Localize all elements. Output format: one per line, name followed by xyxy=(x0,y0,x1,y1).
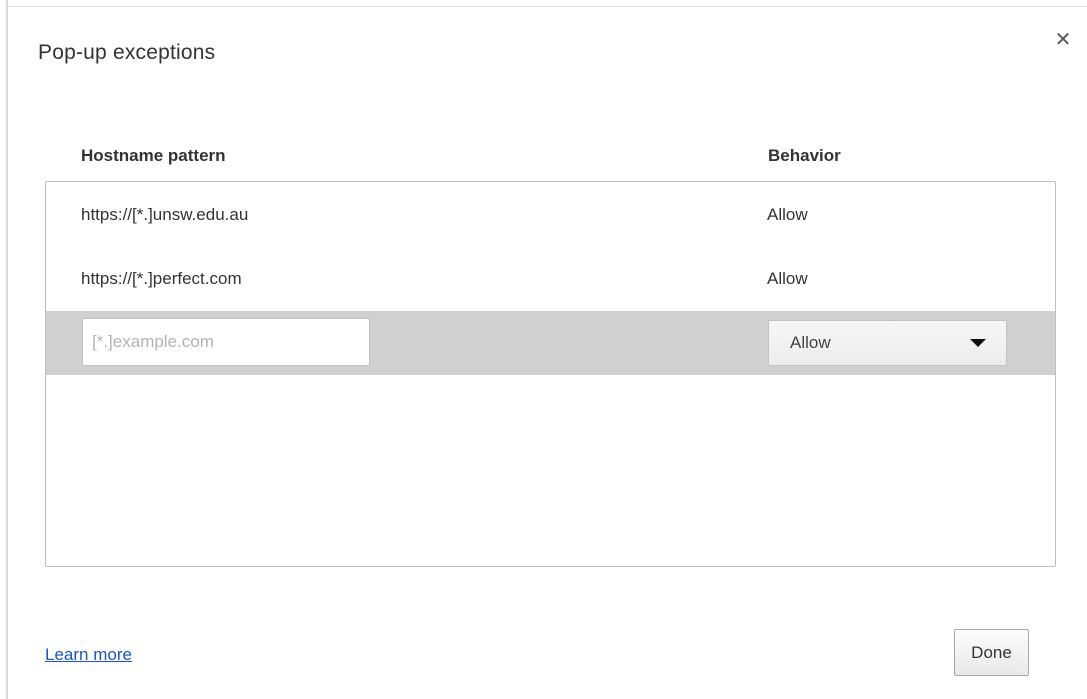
behavior-select-value: Allow xyxy=(790,333,831,352)
hostname-pattern: https://[*.]perfect.com xyxy=(81,269,242,288)
dialog-top-border xyxy=(8,6,1087,7)
list-item[interactable]: https://[*.]unsw.edu.au Allow xyxy=(46,185,1055,249)
hostname-pattern-input[interactable] xyxy=(82,318,370,366)
behavior-value: Allow xyxy=(767,269,808,288)
window-edge xyxy=(6,0,8,699)
new-exception-row[interactable]: Allow xyxy=(46,311,1055,375)
column-header-behavior: Behavior xyxy=(768,146,841,165)
done-button[interactable]: Done xyxy=(954,629,1029,676)
exceptions-list[interactable]: https://[*.]unsw.edu.au Allow https://[*… xyxy=(45,181,1056,567)
behavior-select[interactable]: Allow xyxy=(768,320,1007,366)
dropdown-arrow-icon[interactable] xyxy=(970,339,986,347)
close-button[interactable]: ✕ xyxy=(1052,27,1074,52)
pop-up-exceptions-dialog: Pop-up exceptions ✕ Hostname pattern Beh… xyxy=(0,0,1087,699)
column-header-hostname: Hostname pattern xyxy=(81,146,226,165)
learn-more-link[interactable]: Learn more xyxy=(45,645,132,665)
close-icon[interactable]: ✕ xyxy=(1055,27,1072,52)
list-item[interactable]: https://[*.]perfect.com Allow xyxy=(46,249,1055,313)
behavior-value: Allow xyxy=(767,205,808,224)
dialog-title: Pop-up exceptions xyxy=(38,41,216,64)
hostname-pattern: https://[*.]unsw.edu.au xyxy=(81,205,249,224)
